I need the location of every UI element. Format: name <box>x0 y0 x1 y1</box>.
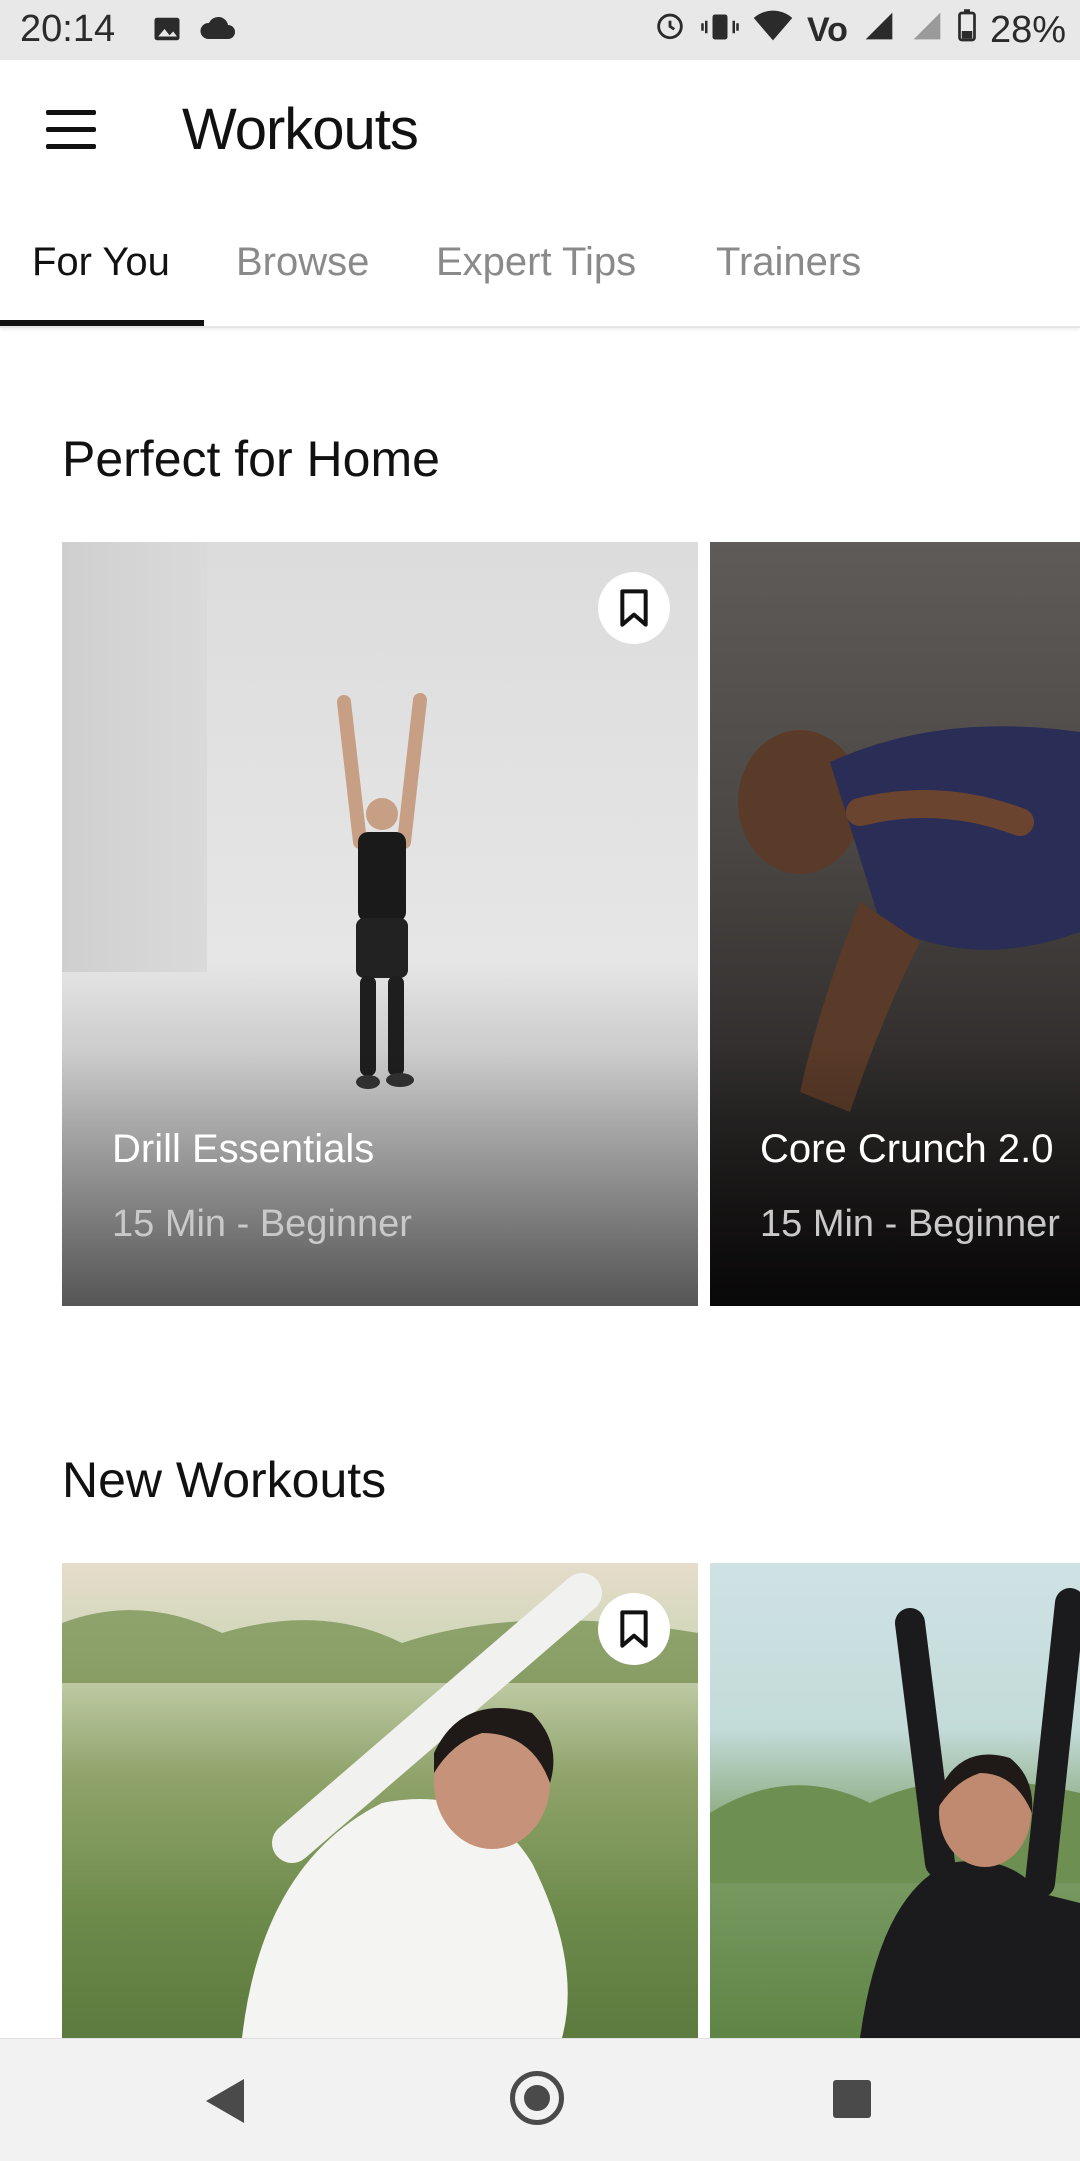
section-title-perfect-for-home: Perfect for Home <box>62 431 440 487</box>
cloud-icon <box>200 16 236 47</box>
workout-card-core-crunch[interactable]: Core Crunch 2.0 15 Min - Beginner <box>710 542 1080 1306</box>
workout-card-new-1[interactable] <box>62 1563 698 2038</box>
section-title-new-workouts: New Workouts <box>62 1452 387 1508</box>
trainer-figure <box>710 1588 1080 2038</box>
vibrate-icon <box>701 9 739 52</box>
image-icon <box>152 14 182 49</box>
home-circle-icon[interactable] <box>510 2071 564 2125</box>
battery-icon <box>958 8 976 52</box>
recents-square-icon[interactable] <box>833 2080 871 2118</box>
tab-expert-tips[interactable]: Expert Tips <box>436 240 636 285</box>
card-title: Drill Essentials <box>112 1127 375 1171</box>
card-title: Core Crunch 2.0 <box>760 1127 1054 1171</box>
tab-trainers[interactable]: Trainers <box>716 240 861 285</box>
tab-for-you[interactable]: For You <box>32 240 170 285</box>
alarm-icon <box>653 8 687 52</box>
active-tab-indicator <box>0 320 204 326</box>
tab-browse[interactable]: Browse <box>236 240 369 285</box>
roaming-signal-icon <box>910 9 944 52</box>
tab-bar: For You Browse Expert Tips Trainers <box>0 200 1080 328</box>
status-time: 20:14 <box>20 8 116 50</box>
bookmark-icon[interactable] <box>598 1593 670 1665</box>
system-nav-bar <box>0 2038 1080 2161</box>
card-subtitle: 15 Min - Beginner <box>112 1203 412 1245</box>
signal-icon <box>862 9 896 52</box>
page-title: Workouts <box>182 97 419 162</box>
bookmark-icon[interactable] <box>598 572 670 644</box>
status-bar: 20:14 Vo 28% <box>0 0 1080 60</box>
back-triangle-icon[interactable] <box>206 2079 244 2123</box>
battery-percent: 28% <box>989 8 1066 51</box>
volte-icon: Vo <box>807 10 848 49</box>
workout-card-drill-essentials[interactable]: Drill Essentials 15 Min - Beginner <box>62 542 698 1306</box>
wifi-icon <box>753 9 793 52</box>
app-bar: Workouts <box>0 60 1080 200</box>
workout-card-new-2[interactable] <box>710 1563 1080 2038</box>
hamburger-menu-icon[interactable] <box>46 110 96 150</box>
card-subtitle: 15 Min - Beginner <box>760 1203 1060 1245</box>
